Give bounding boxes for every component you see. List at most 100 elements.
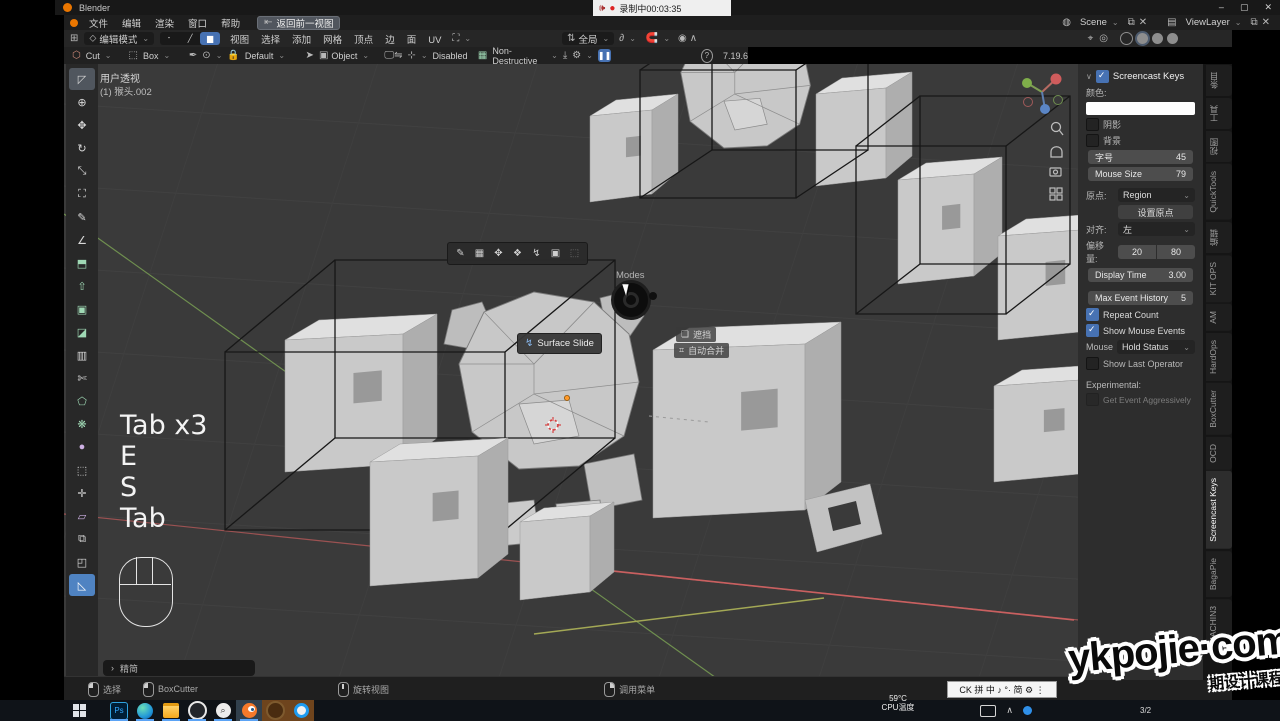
minimize-button[interactable]: – bbox=[1219, 2, 1224, 13]
display-time-slider[interactable]: Display Time3.00 bbox=[1088, 268, 1193, 282]
viewport-menu-item[interactable]: 顶点 bbox=[354, 35, 373, 46]
menu-item[interactable]: 窗口 bbox=[188, 19, 207, 30]
help-icon[interactable]: ? bbox=[701, 49, 713, 63]
viewport-menu-item[interactable]: UV bbox=[428, 35, 441, 46]
eyedropper-icon[interactable]: ↯ bbox=[527, 248, 546, 259]
disabled-label[interactable]: Disabled bbox=[433, 51, 468, 61]
show-mouse-events-checkbox[interactable] bbox=[1086, 324, 1099, 337]
mouse-size-slider[interactable]: Mouse Size79 bbox=[1088, 167, 1193, 181]
inset-faces-tool-icon[interactable]: ▣ bbox=[69, 298, 95, 320]
tray-caret-icon[interactable]: ∧ bbox=[1006, 705, 1013, 716]
max-event-history-slider[interactable]: Max Event History5 bbox=[1088, 291, 1193, 305]
vertex-select-button[interactable]: ⠂ bbox=[160, 32, 180, 45]
annotate-tool-icon[interactable]: ✎ bbox=[69, 206, 95, 228]
sidebar-tab[interactable]: MACHIN3 bbox=[1206, 599, 1232, 651]
taskbar-explorer-icon[interactable] bbox=[158, 700, 184, 721]
pointer-icon[interactable]: ➤ bbox=[306, 51, 314, 61]
edge-slide-tool-icon[interactable]: ⬚ bbox=[69, 459, 95, 481]
overlays-toggle-icon[interactable]: ◎ bbox=[1099, 34, 1108, 44]
display-icon[interactable]: 🖵 bbox=[384, 51, 394, 61]
zoom-icon[interactable] bbox=[1052, 123, 1064, 136]
select-region-icon[interactable]: ▣ bbox=[546, 248, 565, 259]
sidebar-tab[interactable]: KIT OPS bbox=[1206, 255, 1232, 302]
mode-dropdown[interactable]: ⬦ 编辑模式 bbox=[84, 32, 154, 45]
remove-viewlayer-icon[interactable]: ✕ bbox=[1262, 18, 1270, 28]
proportional-falloff-icon[interactable]: ∧ bbox=[690, 34, 697, 44]
taskbar-edge-icon[interactable] bbox=[132, 700, 158, 721]
annotate-icon[interactable]: ✎ bbox=[451, 248, 470, 259]
get-event-aggressively-checkbox[interactable] bbox=[1086, 393, 1099, 406]
taskbar-blender-icon[interactable] bbox=[236, 700, 262, 721]
rendered-shading-button[interactable] bbox=[1167, 33, 1178, 44]
sidebar-tab[interactable]: 编辑 bbox=[1206, 222, 1232, 253]
face-select-button[interactable]: ▆ bbox=[200, 32, 220, 45]
lock-icon[interactable]: 🔒 bbox=[227, 51, 239, 61]
orientation-dropdown[interactable]: ⇅ 全局 bbox=[562, 32, 614, 45]
gizmo-y-axis[interactable] bbox=[1022, 78, 1032, 88]
gizmo-toggle-icon[interactable]: ⌖ bbox=[1088, 34, 1094, 44]
cursor-tool-icon[interactable]: ⊕ bbox=[69, 91, 95, 113]
spin-tool-icon[interactable]: ❋ bbox=[69, 413, 95, 435]
background-checkbox[interactable] bbox=[1086, 134, 1099, 147]
camera-view-icon[interactable] bbox=[1050, 168, 1061, 176]
blender-menu-icon[interactable] bbox=[70, 19, 78, 27]
solid-shading-button[interactable] bbox=[1137, 33, 1148, 44]
rip-region-tool-icon[interactable]: ⧉ bbox=[69, 528, 95, 550]
taskbar-snip-app-icon[interactable]: ⌕ bbox=[210, 700, 236, 721]
sidebar-tab[interactable]: 条目 bbox=[1206, 65, 1232, 96]
scale-tool-icon[interactable]: ⤡ bbox=[69, 160, 95, 182]
sidebar-tab[interactable]: HardOps bbox=[1206, 333, 1232, 381]
poly-build-tool-icon[interactable]: ⬠ bbox=[69, 390, 95, 412]
add-viewlayer-icon[interactable]: ⧉ bbox=[1250, 18, 1257, 28]
viewlayer-selector[interactable]: ViewLayer bbox=[1181, 16, 1247, 29]
shadow-checkbox[interactable] bbox=[1086, 118, 1099, 131]
shape-box-icon[interactable]: ⬚ bbox=[128, 51, 137, 61]
sidebar-tab[interactable]: 工具 bbox=[1206, 98, 1232, 129]
tray-touch-keyboard-icon[interactable] bbox=[980, 705, 996, 717]
weight-paint-icon[interactable]: ▦ bbox=[470, 248, 489, 259]
screencast-keys-enable-checkbox[interactable] bbox=[1096, 70, 1109, 83]
pan-hand-icon[interactable] bbox=[1051, 147, 1062, 157]
object-dropdown[interactable]: ▣Object bbox=[314, 49, 374, 62]
viewport-menu-item[interactable]: 边 bbox=[385, 35, 395, 46]
viewport-menu-item[interactable]: 视图 bbox=[230, 35, 249, 46]
sidebar-tab[interactable]: QuickTools bbox=[1206, 164, 1232, 220]
corner-tool-icon[interactable]: ◰ bbox=[69, 551, 95, 573]
viewport-menu-item[interactable]: 添加 bbox=[292, 35, 311, 46]
default-dropdown[interactable]: Default bbox=[240, 49, 290, 62]
editor-type-icon[interactable]: ⊞ bbox=[70, 34, 78, 44]
sidebar-tab[interactable]: Screencast Keys bbox=[1206, 471, 1232, 549]
viewport-menu-item[interactable]: 面 bbox=[407, 35, 417, 46]
navigation-gizmo[interactable] bbox=[1014, 64, 1070, 120]
wireframe-shading-button[interactable] bbox=[1120, 32, 1133, 45]
collapse-chevron-icon[interactable]: ∨ bbox=[1086, 72, 1092, 81]
occlude-badge[interactable]: ❏ 遮挡 bbox=[676, 327, 716, 342]
origin-dropdown[interactable]: Region bbox=[1118, 188, 1195, 202]
shrink-fatten-tool-icon[interactable]: ✛ bbox=[69, 482, 95, 504]
maximize-button[interactable]: ▢ bbox=[1240, 2, 1249, 13]
gizmo-x-axis[interactable] bbox=[1051, 74, 1062, 85]
snap-magnet-dropdown[interactable]: 🧲 bbox=[641, 32, 675, 45]
offset-y-field[interactable]: 80 bbox=[1157, 245, 1195, 259]
view-extra-dropdown[interactable]: ⛶ bbox=[447, 32, 476, 45]
ime-toolbar[interactable]: CK 拼 中 ♪ °· 简 ⚙ ⋮ bbox=[947, 681, 1057, 698]
taskbar-material-app-icon[interactable] bbox=[262, 700, 288, 721]
boxcutter-tool-icon[interactable]: ◺ bbox=[69, 574, 95, 596]
transform-tool-icon[interactable]: ⛶ bbox=[69, 183, 95, 205]
extrude-tool-icon[interactable]: ⇧ bbox=[69, 275, 95, 297]
measure-tool-icon[interactable]: ∠ bbox=[69, 229, 95, 251]
align-dropdown[interactable]: 左 bbox=[1118, 222, 1195, 236]
tray-app-icon[interactable] bbox=[1023, 706, 1032, 715]
box-shape-dropdown[interactable]: Box bbox=[138, 49, 175, 62]
offset-x-field[interactable]: 20 bbox=[1118, 245, 1156, 259]
scene-selector[interactable]: Scene bbox=[1075, 16, 1124, 29]
menu-item[interactable]: 帮助 bbox=[221, 19, 240, 30]
viewport-menu-item[interactable]: 网格 bbox=[323, 35, 342, 46]
menu-item[interactable]: 渲染 bbox=[155, 19, 174, 30]
auto-merge-badge[interactable]: ⌗ 自动合并 bbox=[674, 343, 729, 358]
bevel-tool-icon[interactable]: ◪ bbox=[69, 321, 95, 343]
start-button[interactable] bbox=[66, 700, 92, 721]
mouse-status-dropdown[interactable]: Hold Status bbox=[1117, 340, 1195, 354]
mesh-edit-icon[interactable]: ✥ bbox=[489, 248, 508, 259]
sidebar-tab[interactable]: 视图 bbox=[1206, 131, 1232, 162]
